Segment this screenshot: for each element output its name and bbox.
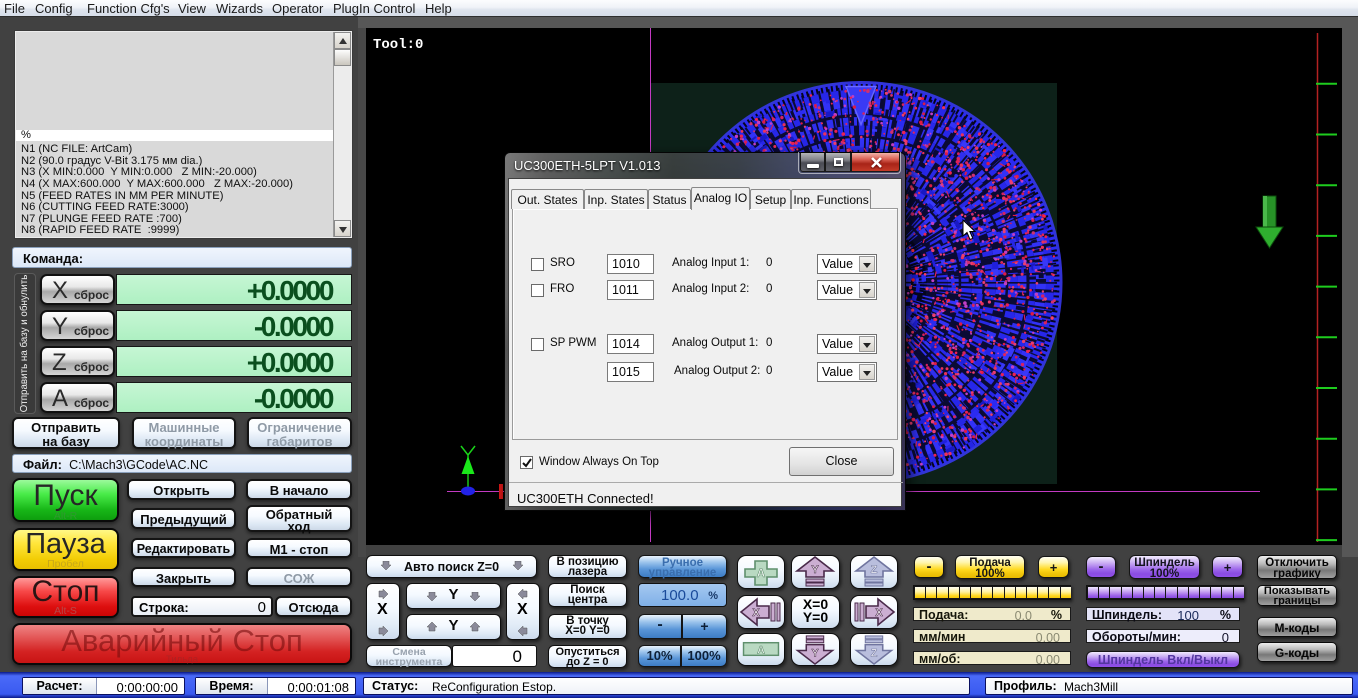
svg-text:Y: Y [811,564,819,576]
svg-text:Z: Z [871,647,878,659]
svg-text:Y: Y [811,647,818,659]
svg-text:Z: Z [871,564,878,576]
svg-text:X: X [752,607,760,619]
svg-text:X: X [875,607,883,619]
svg-text:A: A [757,644,765,656]
svg-text:A: A [757,566,766,580]
